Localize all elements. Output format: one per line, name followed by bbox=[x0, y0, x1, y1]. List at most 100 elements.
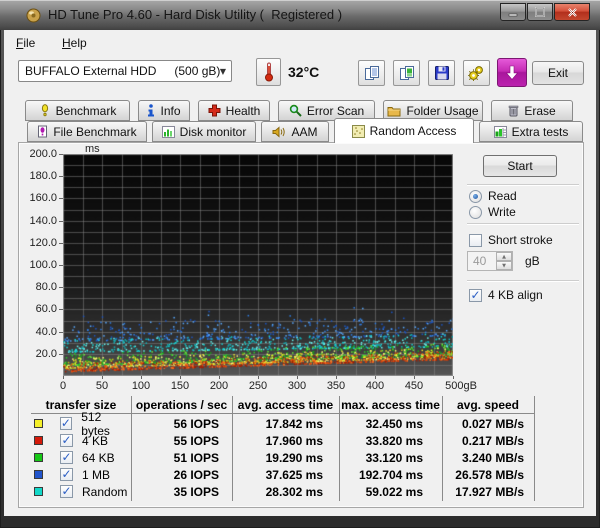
folder-icon bbox=[387, 105, 401, 117]
x-tick-mark bbox=[102, 376, 103, 379]
x-tick-label: 50 bbox=[80, 380, 124, 392]
y-tick-mark bbox=[59, 354, 63, 355]
transfer-size-label: Random bbox=[82, 485, 127, 499]
x-tick-label: 100 bbox=[119, 380, 163, 392]
start-button[interactable]: Start bbox=[483, 155, 557, 177]
y-tick-label: 180.0 bbox=[19, 170, 57, 182]
transfer-size-label: 4 KB bbox=[82, 434, 108, 448]
y-tick-label: 20.0 bbox=[19, 348, 57, 360]
speaker-icon bbox=[272, 126, 286, 138]
col-header: avg. access time bbox=[232, 398, 339, 412]
tab-row-1: Benchmark Info Health Err bbox=[25, 100, 573, 121]
table-row: ✓Random35 IOPS28.302 ms59.022 ms17.927 M… bbox=[31, 483, 535, 500]
tab-label: Error Scan bbox=[307, 104, 364, 118]
download-arrow-icon bbox=[505, 65, 519, 81]
menu-bar: File Help bbox=[4, 30, 596, 55]
radio-icon bbox=[469, 206, 482, 219]
app-icon bbox=[26, 8, 41, 23]
series-checkbox[interactable]: ✓ bbox=[60, 417, 73, 430]
radio-icon bbox=[469, 190, 482, 203]
drive-capacity: (500 gB) bbox=[174, 64, 220, 78]
avg-access-cell: 17.960 ms bbox=[232, 434, 339, 448]
transfer-size-cell: ✓ Random bbox=[31, 485, 131, 499]
x-tick-mark bbox=[336, 376, 337, 379]
copy-text-button[interactable] bbox=[358, 60, 385, 86]
close-icon bbox=[567, 7, 578, 18]
random-access-panel: ms 20.040.060.080.0100.0120.0140.0160.01… bbox=[18, 142, 584, 508]
transfer-size-cell: ✓ 4 KB bbox=[31, 434, 131, 448]
menu-item-file[interactable]: File bbox=[10, 34, 41, 52]
tab-random-access[interactable]: Random Access bbox=[334, 118, 474, 143]
transfer-size-cell: ✓1 MB bbox=[31, 468, 131, 482]
table-body: ✓512 bytes56 IOPS17.842 ms32.450 ms0.027… bbox=[31, 415, 535, 500]
drive-selector[interactable]: BUFFALO External HDD (500 gB) ▼ bbox=[18, 60, 232, 82]
write-radio[interactable]: Write bbox=[469, 205, 516, 219]
avg-speed-cell: 3.240 MB/s bbox=[442, 451, 534, 465]
table-row: ✓512 bytes56 IOPS17.842 ms32.450 ms0.027… bbox=[31, 415, 535, 432]
short-stroke-stepper[interactable]: ▲ ▼ bbox=[496, 252, 512, 270]
tab-info[interactable]: Info bbox=[138, 100, 190, 121]
copy-image-icon bbox=[399, 65, 415, 81]
align-checkbox[interactable]: ✓ 4 KB align bbox=[469, 288, 543, 302]
tools-button[interactable] bbox=[463, 60, 490, 86]
maximize-button[interactable] bbox=[527, 3, 553, 21]
checkbox-icon bbox=[469, 234, 482, 247]
table-row: ✓1 MB26 IOPS37.625 ms192.704 ms26.578 MB… bbox=[31, 466, 535, 483]
ops-cell: 55 IOPS bbox=[131, 434, 232, 448]
x-tick-mark bbox=[180, 376, 181, 379]
spin-down-icon[interactable]: ▼ bbox=[496, 261, 512, 270]
y-tick-label: 200.0 bbox=[19, 148, 57, 160]
series-checkbox[interactable]: ✓ bbox=[60, 451, 73, 464]
series-checkbox[interactable]: ✓ bbox=[60, 434, 73, 447]
random-access-icon bbox=[352, 125, 365, 138]
max-access-cell: 59.022 ms bbox=[339, 485, 442, 499]
series-color-swatch bbox=[34, 419, 43, 428]
y-tick-label: 140.0 bbox=[19, 215, 57, 227]
close-button[interactable] bbox=[554, 3, 590, 21]
tab-label: Extra tests bbox=[512, 125, 569, 139]
tab-label: Benchmark bbox=[56, 104, 117, 118]
window-title: HD Tune Pro 4.60 - Hard Disk Utility ( R… bbox=[48, 7, 342, 22]
benchmark-icon bbox=[39, 104, 51, 117]
title-bar[interactable]: HD Tune Pro 4.60 - Hard Disk Utility ( R… bbox=[0, 0, 600, 30]
minimize-icon bbox=[508, 8, 518, 17]
tab-aam[interactable]: AAM bbox=[261, 121, 329, 142]
temperature-button[interactable] bbox=[256, 58, 281, 86]
tab-benchmark[interactable]: Benchmark bbox=[25, 100, 130, 121]
minimize-button[interactable] bbox=[500, 3, 526, 21]
table-row: ✓64 KB51 IOPS19.290 ms33.120 ms3.240 MB/… bbox=[31, 449, 535, 466]
series-checkbox[interactable]: ✓ bbox=[60, 485, 73, 498]
series-color-swatch bbox=[34, 487, 43, 496]
read-radio[interactable]: Read bbox=[469, 189, 517, 203]
client-area: File Help BUFFALO External HDD (500 gB) … bbox=[4, 30, 596, 516]
x-tick-mark bbox=[141, 376, 142, 379]
y-tick-label: 160.0 bbox=[19, 192, 57, 204]
tab-disk-monitor[interactable]: Disk monitor bbox=[152, 121, 256, 142]
temperature-readout: 32°C bbox=[288, 64, 319, 80]
separator bbox=[467, 184, 579, 186]
short-stroke-unit: gB bbox=[525, 254, 540, 268]
separator bbox=[467, 223, 579, 225]
tab-file-benchmark[interactable]: File Benchmark bbox=[27, 121, 147, 142]
tab-extra-tests[interactable]: Extra tests bbox=[479, 121, 583, 142]
exit-button[interactable]: Exit bbox=[532, 61, 584, 85]
series-checkbox[interactable]: ✓ bbox=[60, 468, 73, 481]
copy-image-button[interactable] bbox=[393, 60, 420, 86]
y-tick-mark bbox=[59, 176, 63, 177]
save-button[interactable] bbox=[428, 60, 455, 86]
tab-erase[interactable]: Erase bbox=[491, 100, 573, 121]
download-button[interactable] bbox=[497, 58, 527, 87]
short-stroke-checkbox[interactable]: Short stroke bbox=[469, 233, 553, 247]
series-color-swatch bbox=[34, 453, 43, 462]
x-tick-label: 150 bbox=[158, 380, 202, 392]
avg-speed-cell: 0.217 MB/s bbox=[442, 434, 534, 448]
tab-label: File Benchmark bbox=[53, 125, 136, 139]
menu-item-help[interactable]: Help bbox=[56, 34, 93, 52]
save-icon bbox=[434, 65, 450, 81]
x-tick-mark bbox=[453, 376, 454, 379]
col-header: operations / sec bbox=[131, 398, 232, 412]
spin-up-icon[interactable]: ▲ bbox=[496, 252, 512, 261]
disk-monitor-icon bbox=[162, 126, 175, 138]
tab-health[interactable]: Health bbox=[198, 100, 270, 121]
tab-label: AAM bbox=[291, 125, 317, 139]
